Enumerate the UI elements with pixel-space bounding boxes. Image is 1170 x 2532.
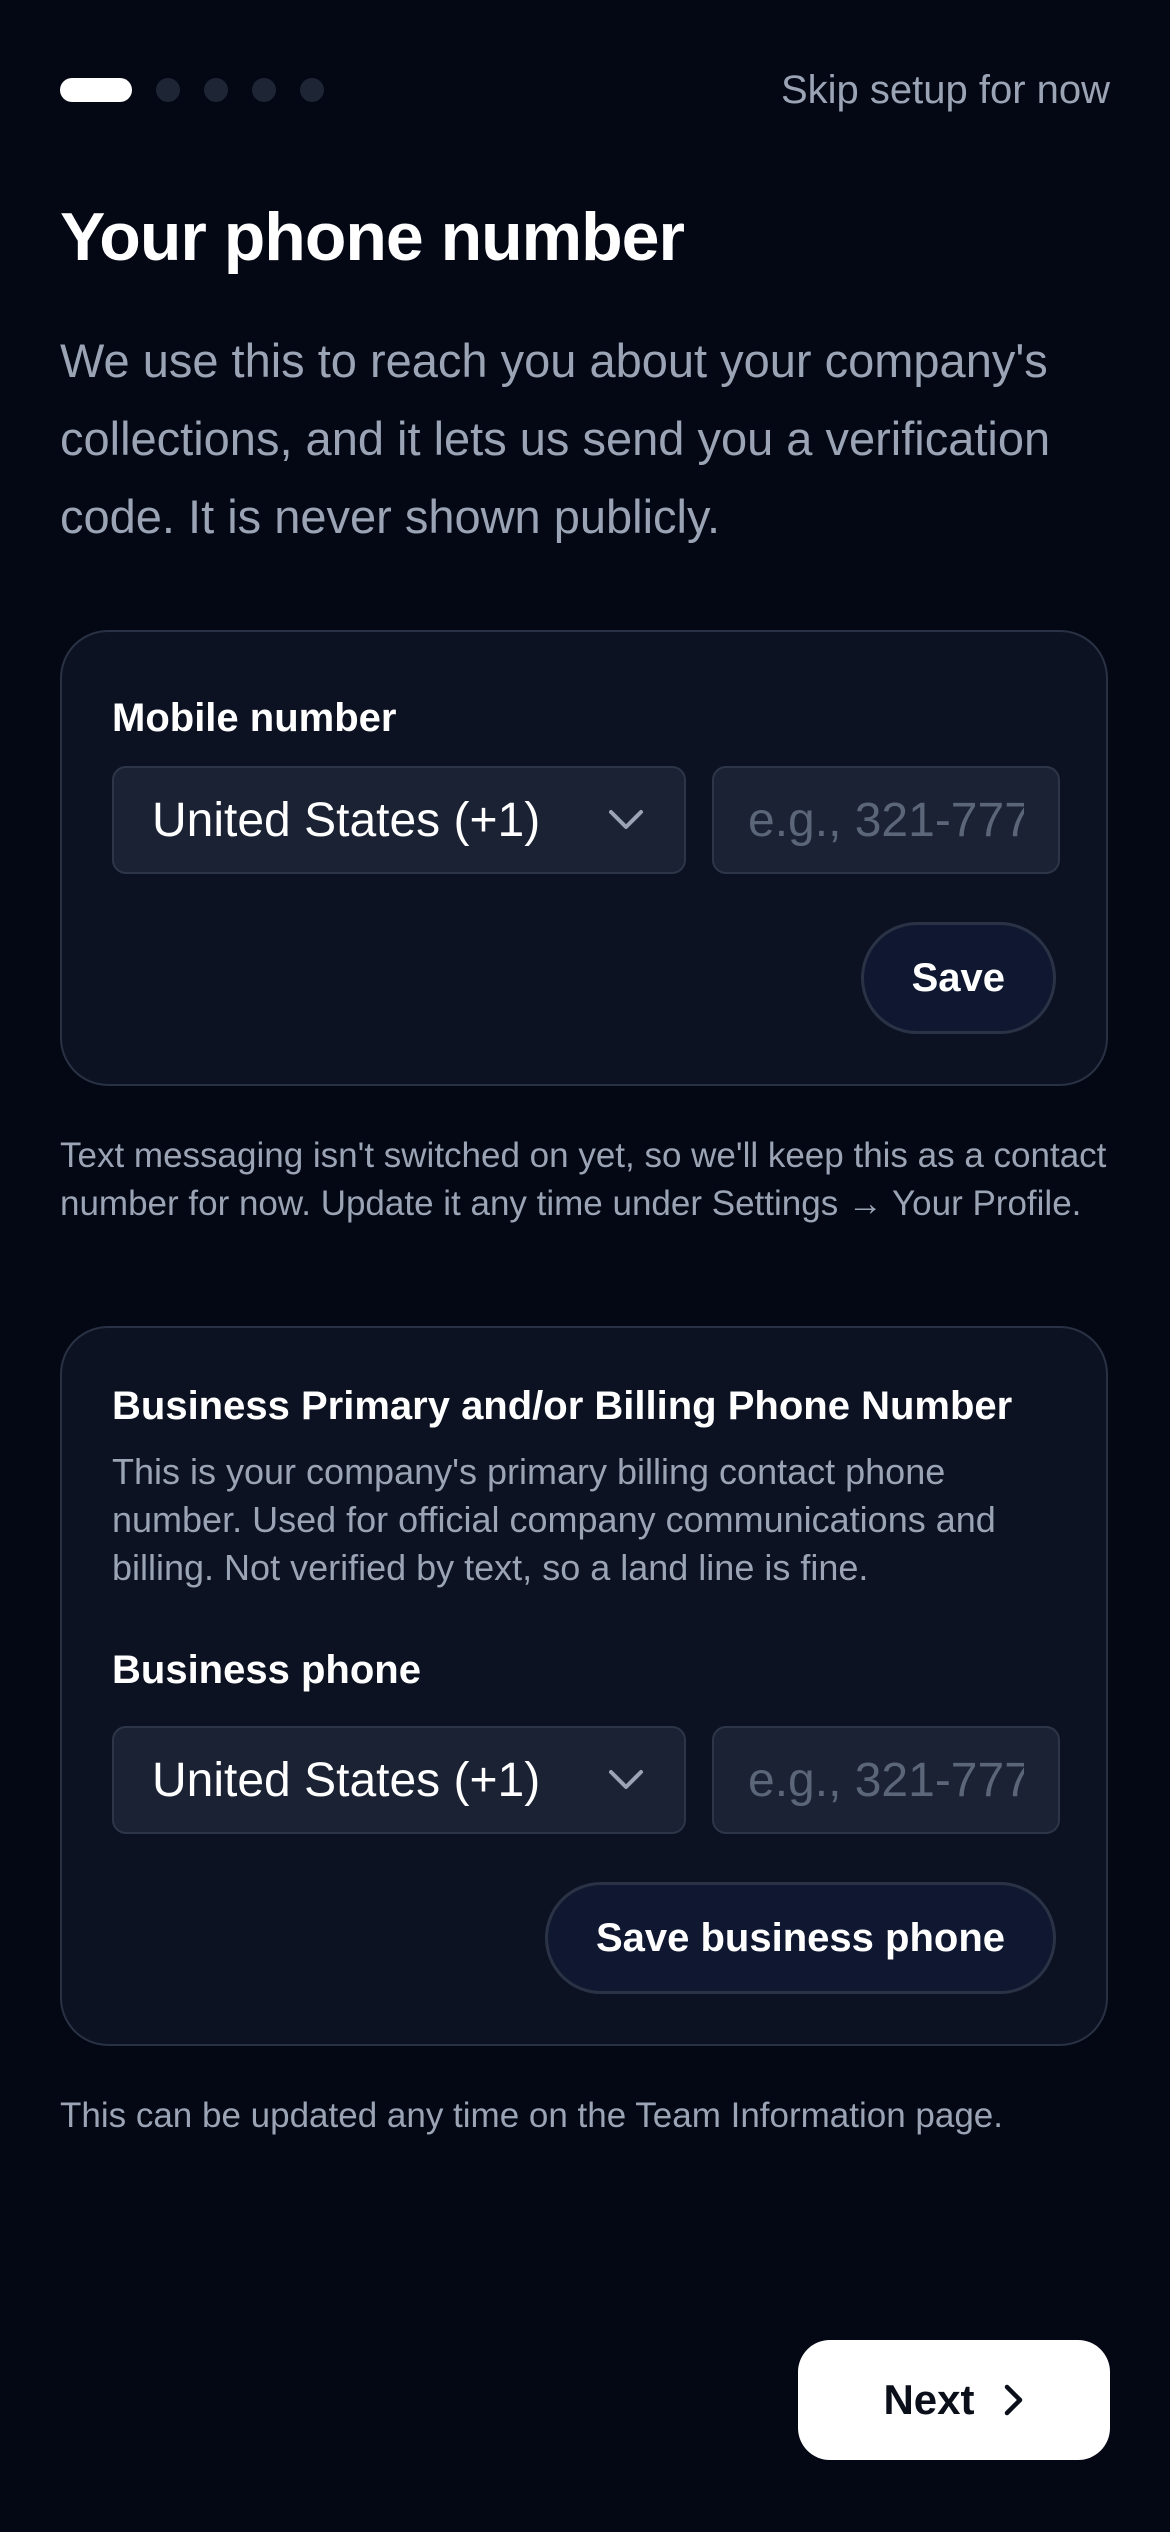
step-dot-5 xyxy=(300,78,324,102)
step-dot-3 xyxy=(204,78,228,102)
mobile-number-note: Text messaging isn't switched on yet, so… xyxy=(60,1136,1107,1223)
mobile-number-label: Mobile number xyxy=(112,696,397,740)
skip-setup-link[interactable]: Skip setup for now xyxy=(781,68,1110,113)
save-business-phone-button[interactable]: Save business phone xyxy=(544,1882,1056,1994)
chevron-down-icon xyxy=(606,1760,646,1800)
business-country-value: United States (+1) xyxy=(152,1753,541,1807)
step-dot-4 xyxy=(252,78,276,102)
business-phone-card: Business Primary and/or Billing Phone Nu… xyxy=(60,1326,1108,2046)
mobile-number-input[interactable] xyxy=(712,766,1060,874)
top-bar: Skip setup for now xyxy=(60,60,1110,120)
chevron-right-icon xyxy=(1003,2383,1025,2417)
page-lead: We use this to reach you about your comp… xyxy=(60,334,1051,543)
business-phone-description: This is your company's primary billing c… xyxy=(112,1451,996,1588)
business-phone-label: Business phone xyxy=(112,1648,421,1692)
next-button-label: Next xyxy=(883,2376,975,2423)
business-phone-heading: Business Primary and/or Billing Phone Nu… xyxy=(112,1384,1013,1428)
business-phone-note: This can be updated any time on the Team… xyxy=(60,2096,1004,2135)
page-title: Your phone number xyxy=(60,199,685,275)
business-phone-input[interactable] xyxy=(712,1726,1060,1834)
chevron-down-icon xyxy=(606,800,646,840)
step-indicator xyxy=(60,78,324,102)
next-button[interactable]: Next xyxy=(798,2340,1110,2460)
step-dot-2 xyxy=(156,78,180,102)
mobile-country-value: United States (+1) xyxy=(152,793,541,847)
business-country-select[interactable]: United States (+1) xyxy=(112,1726,686,1834)
mobile-number-card: Mobile number United States (+1) Save xyxy=(60,630,1108,1086)
step-dot-1-active xyxy=(60,78,132,102)
save-mobile-button[interactable]: Save xyxy=(860,922,1056,1034)
mobile-country-select[interactable]: United States (+1) xyxy=(112,766,686,874)
